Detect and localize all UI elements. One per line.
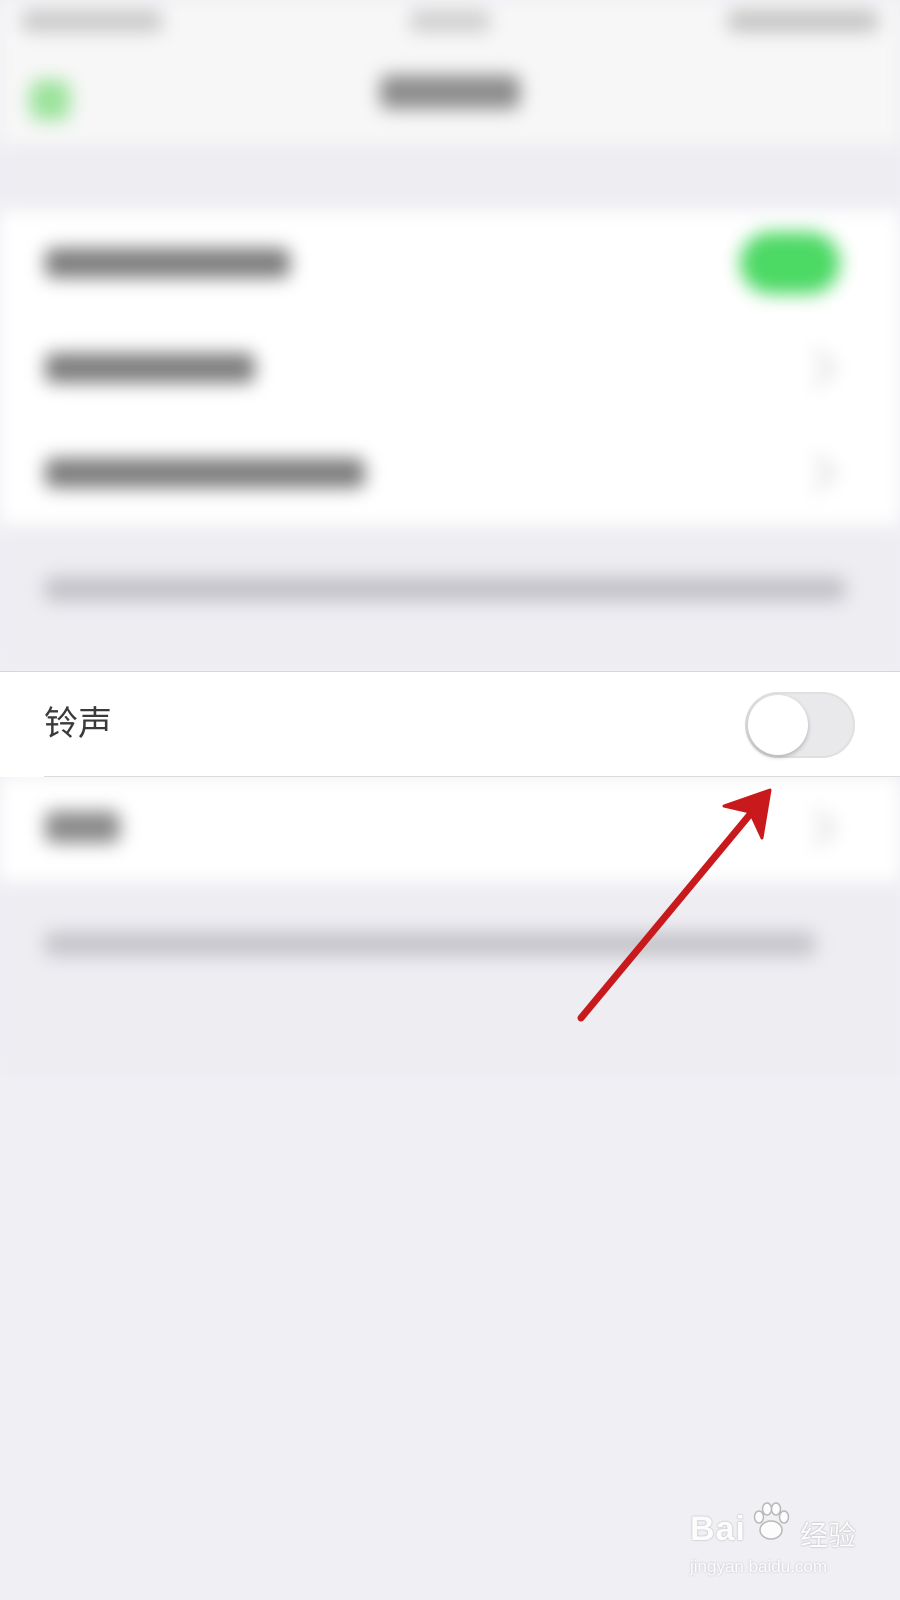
watermark-jingyan: 经验 (800, 1519, 857, 1552)
toggle-switch[interactable] (740, 232, 840, 294)
settings-row[interactable] (0, 315, 900, 420)
toggle-knob (748, 695, 808, 755)
settings-row[interactable] (0, 210, 900, 315)
blurred-bottom-content (0, 777, 900, 1077)
page-title (380, 75, 520, 109)
baidu-jingyan-watermark: Bai 经验 jingyan.baidu.com (690, 1500, 880, 1590)
status-bar (0, 0, 900, 50)
watermark-brand: Bai (690, 1510, 746, 1548)
section-footnote (45, 577, 845, 601)
settings-row[interactable] (0, 420, 900, 525)
settings-row[interactable] (0, 777, 900, 882)
blurred-top-content (0, 0, 900, 670)
paw-logo-icon (753, 1502, 790, 1540)
back-icon[interactable] (30, 80, 70, 120)
chevron-right-icon (798, 454, 836, 492)
settings-group-top (0, 210, 900, 525)
chevron-right-icon (798, 809, 836, 847)
ringtone-label: 铃声 (44, 704, 112, 744)
settings-screen: 铃声 Bai 经验 jingyan.baidu.com (0, 0, 900, 1600)
navigation-bar (0, 50, 900, 145)
section-footnote (45, 932, 815, 956)
ringtone-row[interactable]: 铃声 (0, 671, 900, 777)
watermark-url: jingyan.baidu.com (690, 1557, 828, 1576)
chevron-right-icon (798, 349, 836, 387)
ringtone-toggle[interactable] (745, 692, 855, 758)
